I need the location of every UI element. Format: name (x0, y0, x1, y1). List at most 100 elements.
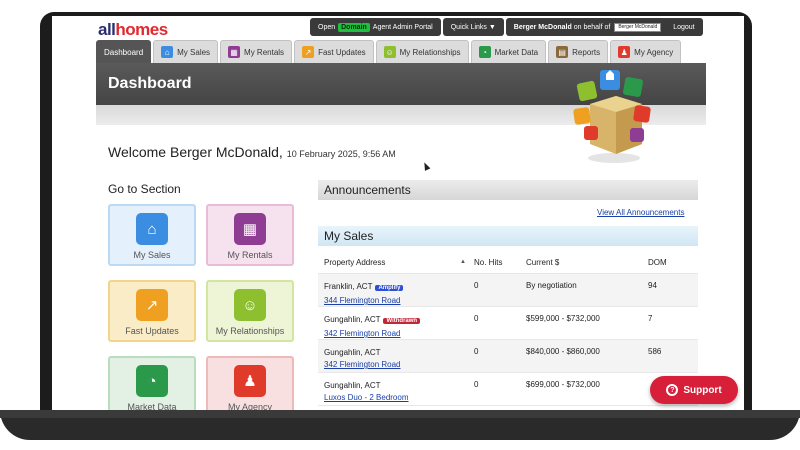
suburb-label: Gungahlin, ACT (324, 381, 381, 390)
arrow-up-icon: ↗ (302, 46, 315, 58)
user-context: Berger McDonald on behalf of Berger McDo… (505, 18, 703, 36)
table-row: Gungahlin, ACT Withdrawn 342 Flemington Ro… (318, 307, 698, 340)
welcome-message: Welcome Berger McDonald, 10 February 202… (108, 144, 396, 160)
tab-dashboard[interactable]: Dashboard (96, 40, 152, 63)
question-icon: ? (666, 384, 679, 396)
col-address-label: Property Address (324, 258, 386, 267)
allhomes-logo[interactable]: allhomes (98, 20, 168, 40)
tile-label: Market Data (127, 402, 177, 410)
tile-my-agency[interactable]: ♟ My Agency (206, 356, 294, 410)
tile-my-rentals[interactable]: ▦ My Rentals (206, 204, 294, 266)
suburb-text: Gungahlin, ACT (324, 347, 468, 358)
house-icon: ⌂ (161, 46, 174, 58)
building-icon: ▦ (234, 213, 266, 245)
status-badge: Withdrawn (383, 318, 421, 324)
tab-label: Fast Updates (318, 47, 366, 57)
page-title: Dashboard (108, 75, 192, 92)
support-button[interactable]: ? Support (650, 376, 738, 404)
cell-address: Gungahlin, ACT Luxos Duo - 2 Bedroom (318, 380, 468, 404)
tile-my-relationships[interactable]: ☺ My Relationships (206, 280, 294, 342)
announcements-header: Announcements (318, 180, 698, 200)
report-icon: ▤ (556, 46, 569, 58)
tab-my-sales[interactable]: ⌂ My Sales (153, 40, 219, 63)
quick-links-dropdown[interactable]: Quick Links ▼ (442, 18, 504, 36)
tab-label: Reports (572, 47, 601, 57)
tab-reports[interactable]: ▤ Reports (548, 40, 609, 63)
tile-my-sales[interactable]: ⌂ My Sales (108, 204, 196, 266)
property-address-link[interactable]: 342 Flemington Road (324, 359, 468, 371)
my-sales-header: My Sales (318, 226, 698, 246)
portal-label: Agent Admin Portal (372, 23, 433, 31)
welcome-date: 10 February 2025, 9:56 AM (286, 149, 396, 159)
suburb-label: Franklin, ACT (324, 282, 373, 291)
col-current-price[interactable]: Current $ (526, 258, 648, 267)
my-sales-table: Property Address ▲ No. Hits Current $ DOM… (318, 252, 698, 406)
laptop-base-lip (0, 410, 800, 418)
tab-label: Dashboard (104, 47, 144, 57)
tab-my-relationships[interactable]: ☺ My Relationships (375, 40, 469, 63)
goto-section-title: Go to Section (108, 182, 181, 196)
cell-price: By negotiation (526, 281, 577, 290)
view-all-announcements-link[interactable]: View All Announcements (597, 208, 684, 217)
suburb-text: Gungahlin, ACT Withdrawn (324, 314, 468, 327)
cell-dom: 586 (648, 347, 662, 356)
cell-address: Franklin, ACT Amplify 344 Flemington Road (318, 281, 468, 307)
tab-label: Market Data (494, 47, 539, 57)
top-utility-bar: Open Domain Agent Admin Portal Quick Lin… (310, 18, 703, 36)
table-row: Gungahlin, ACT Luxos Duo - 2 Bedroom 0 $699… (318, 373, 698, 406)
arrow-up-icon: ↗ (136, 289, 168, 321)
people-icon: ☺ (383, 46, 396, 58)
browser-viewport: allhomes Open Domain Agent Admin Portal … (52, 16, 744, 410)
open-domain-portal-link[interactable]: Open Domain Agent Admin Portal (310, 18, 441, 36)
feature-cube-illustration (573, 70, 651, 163)
table-row: Gungahlin, ACT 342 Flemington Road 0 $840,0… (318, 340, 698, 373)
property-address-link[interactable]: Luxos Duo - 2 Bedroom (324, 392, 468, 404)
tile-market-data[interactable]: ◔ Market Data (108, 356, 196, 410)
col-no-hits[interactable]: No. Hits (468, 258, 526, 267)
tab-my-agency[interactable]: ♟ My Agency (610, 40, 682, 63)
behalf-text: on behalf of (573, 23, 611, 31)
behalf-select[interactable]: Berger McDonald (614, 22, 662, 32)
tab-market-data[interactable]: ◔ Market Data (470, 40, 547, 63)
house-icon: ⌂ (136, 213, 168, 245)
col-property-address[interactable]: Property Address ▲ (318, 258, 468, 267)
suburb-text: Franklin, ACT Amplify (324, 281, 468, 294)
property-address-link[interactable]: 342 Flemington Road (324, 328, 468, 340)
people-icon: ☺ (234, 289, 266, 321)
tile-label: My Relationships (215, 326, 285, 336)
open-prefix: Open (318, 23, 336, 31)
cell-dom: 94 (648, 281, 657, 290)
cell-price: $599,000 - $732,000 (526, 314, 600, 323)
logo-text-main: all (98, 20, 116, 39)
building-icon: ▦ (228, 46, 241, 58)
cell-address: Gungahlin, ACT Withdrawn 342 Flemington Ro… (318, 314, 468, 340)
logo-text-accent: homes (115, 20, 168, 39)
table-body: Franklin, ACT Amplify 344 Flemington Road 0… (318, 274, 698, 406)
tab-label: My Rentals (244, 47, 285, 57)
tile-fast-updates[interactable]: ↗ Fast Updates (108, 280, 196, 342)
col-dom[interactable]: DOM (648, 258, 688, 267)
cell-hits: 0 (474, 281, 479, 290)
logout-link[interactable]: Logout (673, 24, 694, 31)
agent-icon: ♟ (618, 46, 631, 58)
cell-hits: 0 (474, 347, 479, 356)
cell-dom: 7 (648, 314, 653, 323)
suburb-text: Gungahlin, ACT (324, 380, 468, 391)
mouse-cursor-icon (421, 161, 431, 171)
tab-label: My Relationships (399, 47, 461, 57)
cell-price: $840,000 - $860,000 (526, 347, 600, 356)
tile-label: My Sales (133, 250, 171, 260)
welcome-text: Welcome Berger McDonald, (108, 144, 283, 160)
tab-fast-updates[interactable]: ↗ Fast Updates (294, 40, 374, 63)
tile-label: Fast Updates (125, 326, 179, 336)
sort-asc-icon[interactable]: ▲ (460, 259, 466, 265)
table-header-row: Property Address ▲ No. Hits Current $ DOM (318, 252, 698, 274)
support-label: Support (683, 384, 722, 396)
cell-hits: 0 (474, 380, 479, 389)
tab-my-rentals[interactable]: ▦ My Rentals (220, 40, 293, 63)
property-address-link[interactable]: 344 Flemington Road (324, 295, 468, 307)
pie-chart-icon: ◔ (136, 365, 168, 397)
suburb-label: Gungahlin, ACT (324, 315, 381, 324)
tile-label: My Rentals (227, 250, 273, 260)
tile-label: My Agency (227, 402, 273, 410)
